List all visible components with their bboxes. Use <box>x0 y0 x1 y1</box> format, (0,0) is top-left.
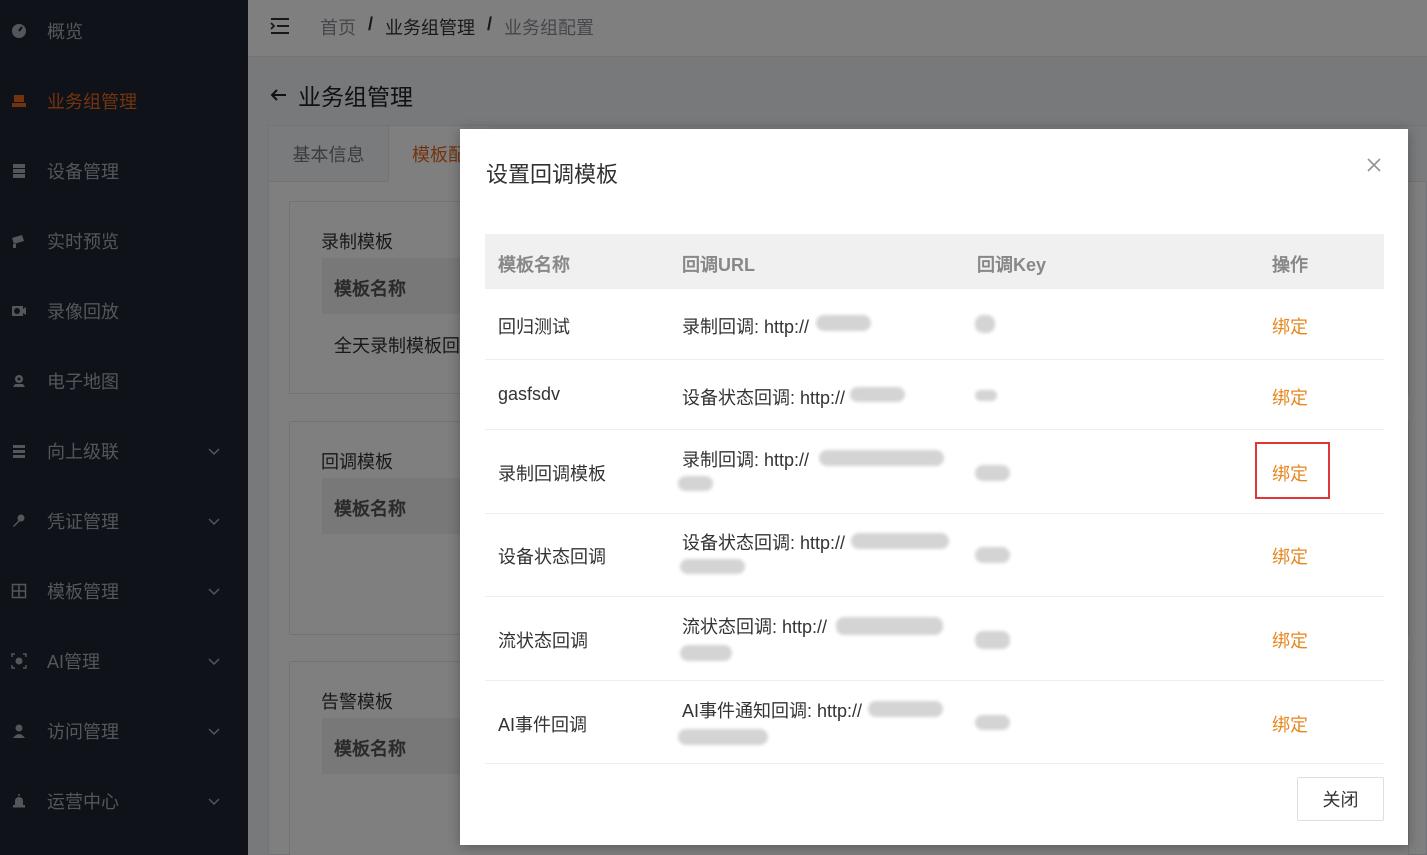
redacted-key <box>975 547 1010 563</box>
column-header-url: 回调URL <box>682 255 755 275</box>
close-button[interactable]: 关闭 <box>1297 777 1384 821</box>
redacted-key <box>975 315 995 333</box>
redacted-url <box>819 450 944 466</box>
bind-button[interactable]: 绑定 <box>1272 384 1308 410</box>
template-name: 录制回调模板 <box>498 464 606 484</box>
redacted-key <box>975 631 1010 649</box>
redacted-url <box>850 387 905 402</box>
callback-url: 录制回调: http:// <box>682 450 810 470</box>
redacted-url <box>816 315 871 331</box>
table-row: 流状态回调 流状态回调: http:// 绑定 <box>485 597 1384 681</box>
callback-url: 设备状态回调: http:// <box>682 388 846 408</box>
callback-url: 设备状态回调: http:// <box>682 533 846 553</box>
template-name: gasfsdv <box>498 384 561 404</box>
template-name: 回归测试 <box>498 317 570 337</box>
table-header: 模板名称 回调URL 回调Key 操作 <box>485 234 1384 289</box>
table-row: gasfsdv 设备状态回调: http:// 绑定 <box>485 360 1384 430</box>
column-header-name: 模板名称 <box>498 255 570 275</box>
callback-url: 流状态回调: http:// <box>682 617 828 637</box>
callback-template-dialog: 设置回调模板 模板名称 回调URL 回调Key 操作 回归测试 录制回调: ht… <box>460 129 1408 845</box>
redacted-key <box>975 465 1010 481</box>
template-name: 设备状态回调 <box>498 547 606 567</box>
bind-button[interactable]: 绑定 <box>1272 460 1308 486</box>
template-name: 流状态回调 <box>498 631 588 651</box>
redacted-key <box>975 715 1010 730</box>
table-row: 录制回调模板 录制回调: http:// 绑定 <box>485 430 1384 514</box>
redacted-key <box>975 390 997 401</box>
redacted-url <box>868 701 943 717</box>
redacted-url <box>680 559 745 574</box>
close-icon[interactable] <box>1365 156 1383 174</box>
callback-url: AI事件通知回调: http:// <box>682 701 863 721</box>
bind-button[interactable]: 绑定 <box>1272 313 1308 339</box>
table-row: 设备状态回调 设备状态回调: http:// 绑定 <box>485 514 1384 597</box>
bind-button[interactable]: 绑定 <box>1272 627 1308 653</box>
redacted-url <box>680 645 732 661</box>
redacted-url <box>678 729 768 745</box>
dialog-title: 设置回调模板 <box>486 162 619 187</box>
template-name: AI事件回调 <box>498 715 588 735</box>
column-header-key: 回调Key <box>977 255 1047 275</box>
redacted-url <box>851 533 949 549</box>
redacted-url <box>678 476 713 491</box>
table-row: 回归测试 录制回调: http:// 绑定 <box>485 289 1384 360</box>
table-row: AI事件回调 AI事件通知回调: http:// 绑定 <box>485 681 1384 764</box>
callback-url: 录制回调: http:// <box>682 317 810 337</box>
bind-button[interactable]: 绑定 <box>1272 543 1308 569</box>
redacted-url <box>836 617 943 635</box>
bind-button[interactable]: 绑定 <box>1272 711 1308 737</box>
column-header-action: 操作 <box>1272 255 1308 275</box>
